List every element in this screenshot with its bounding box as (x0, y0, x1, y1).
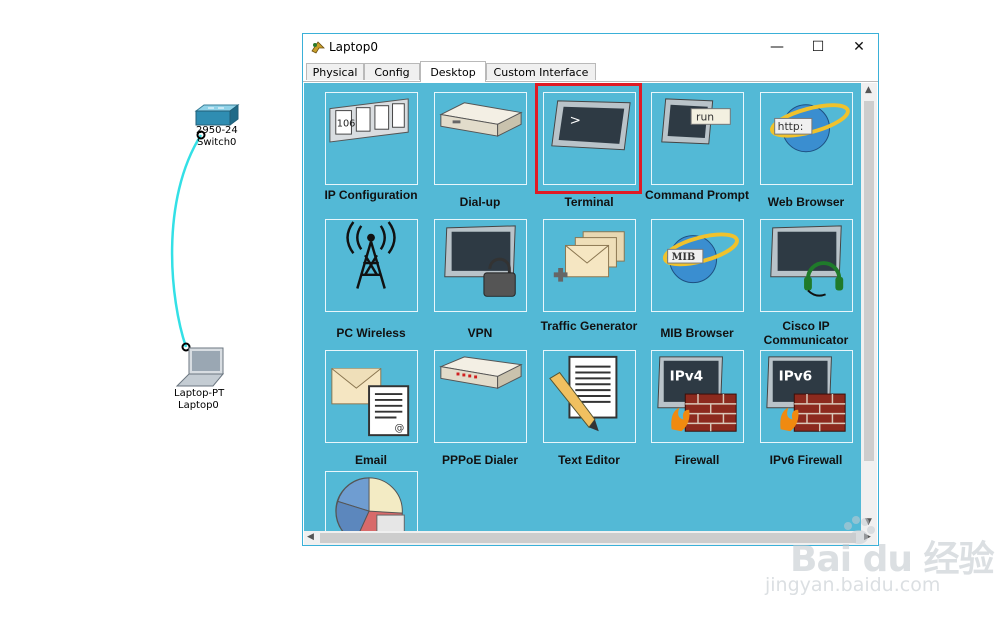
tab-desktop[interactable]: Desktop (420, 61, 486, 82)
pie-chart-app-icon[interactable] (325, 471, 418, 531)
firewall-label: Firewall (674, 453, 720, 467)
vpn-lock-icon[interactable] (434, 219, 527, 312)
tab-bar: Physical Config Desktop Custom Interface (303, 61, 878, 82)
window-title: Laptop0 (329, 40, 378, 54)
run-text: run (696, 110, 714, 123)
network-link (170, 130, 206, 352)
vpn-label: VPN (467, 326, 493, 340)
mib-browser-icon[interactable]: MIB (651, 219, 744, 312)
email-icon[interactable]: @ (325, 350, 418, 443)
ipv6-firewall-label: IPv6 Firewall (769, 453, 843, 467)
email-label: Email (354, 453, 387, 467)
close-button[interactable]: ✕ (840, 34, 878, 60)
ip-communicator-label: Cisco IP Communicator (763, 319, 849, 347)
ip-config-text: 106 (337, 118, 356, 129)
http-text: http: (778, 120, 804, 133)
ip-configuration-label: IP Configuration (324, 188, 418, 202)
svg-text:@: @ (394, 423, 404, 434)
laptop-model-label: Laptop-PT (174, 388, 225, 399)
dialup-modem-icon[interactable] (434, 92, 527, 185)
pppoe-dialer-label: PPPoE Dialer (441, 453, 519, 467)
terminal-highlight-box (535, 83, 642, 194)
watermark-url: jingyan.baidu.com (765, 574, 941, 596)
vertical-scrollbar[interactable]: ▲ ▼ (861, 83, 877, 531)
wireless-tower-icon[interactable] (325, 219, 418, 312)
ipv6-text: IPv6 (779, 368, 813, 384)
traffic-generator-icon[interactable] (543, 219, 636, 312)
web-browser-label: Web Browser (767, 195, 845, 209)
tab-physical[interactable]: Physical (306, 63, 364, 80)
minimize-button[interactable]: — (758, 34, 796, 60)
tab-config[interactable]: Config (364, 63, 420, 80)
ip-communicator-icon[interactable] (760, 219, 853, 312)
topology-canvas[interactable]: 2950-24 Switch0 Laptop-PT Laptop0 (0, 0, 300, 623)
laptop-icon[interactable] (175, 346, 227, 388)
window-titlebar[interactable]: Laptop0 — ☐ ✕ (303, 34, 878, 60)
desktop-panel: 106 IP Configuration Dial-up > Terminal … (304, 83, 861, 531)
firewall-icon[interactable]: IPv4 (651, 350, 744, 443)
text-editor-icon[interactable] (543, 350, 636, 443)
web-browser-icon[interactable]: http: (760, 92, 853, 185)
vertical-scroll-thumb[interactable] (864, 101, 874, 461)
pppoe-dialer-icon[interactable] (434, 350, 527, 443)
switch-model-label: 2950-24 (196, 125, 238, 136)
text-editor-label: Text Editor (558, 453, 620, 467)
scroll-left-arrow-icon[interactable]: ◀ (307, 532, 314, 542)
baidu-watermark: Bai du 经验 jingyan.baidu.com (760, 516, 1000, 610)
tab-custom-interface[interactable]: Custom Interface (486, 63, 596, 80)
traffic-generator-label: Traffic Generator (540, 319, 638, 333)
command-prompt-label: Command Prompt (644, 188, 749, 202)
terminal-label: Terminal (564, 195, 614, 209)
packet-tracer-icon (311, 41, 325, 54)
mib-text: MIB (672, 252, 696, 263)
laptop-name-label: Laptop0 (178, 400, 219, 411)
laptop-window: Laptop0 — ☐ ✕ Physical Config Desktop Cu… (302, 33, 879, 546)
dialup-label: Dial-up (459, 195, 501, 209)
ip-configuration-icon[interactable]: 106 (325, 92, 418, 185)
ipv6-firewall-icon[interactable]: IPv6 (760, 350, 853, 443)
ipv4-text: IPv4 (670, 368, 704, 384)
scroll-up-arrow-icon[interactable]: ▲ (865, 85, 872, 95)
switch-name-label: Switch0 (197, 137, 237, 148)
mib-browser-label: MIB Browser (660, 326, 734, 340)
command-prompt-icon[interactable]: run (651, 92, 744, 185)
pc-wireless-label: PC Wireless (336, 326, 406, 340)
maximize-button[interactable]: ☐ (799, 34, 837, 60)
